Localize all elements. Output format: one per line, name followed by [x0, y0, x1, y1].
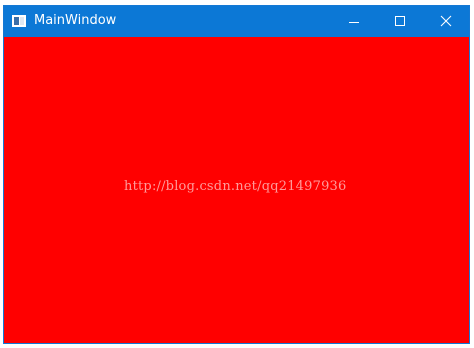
title-bar[interactable]: MainWindow: [4, 6, 469, 37]
window-client-area: http://blog.csdn.net/qq21497936: [4, 37, 469, 343]
main-window: MainWindow http://blog.csdn.net/qq214979…: [3, 5, 470, 344]
app-window-icon[interactable]: [12, 15, 26, 27]
maximize-button[interactable]: [377, 6, 423, 37]
close-icon: [440, 15, 452, 27]
minimize-icon: [349, 22, 359, 23]
watermark-text: http://blog.csdn.net/qq21497936: [124, 179, 347, 194]
maximize-icon: [395, 16, 405, 26]
close-button[interactable]: [423, 6, 469, 37]
minimize-button[interactable]: [331, 6, 377, 37]
window-title: MainWindow: [34, 13, 117, 28]
